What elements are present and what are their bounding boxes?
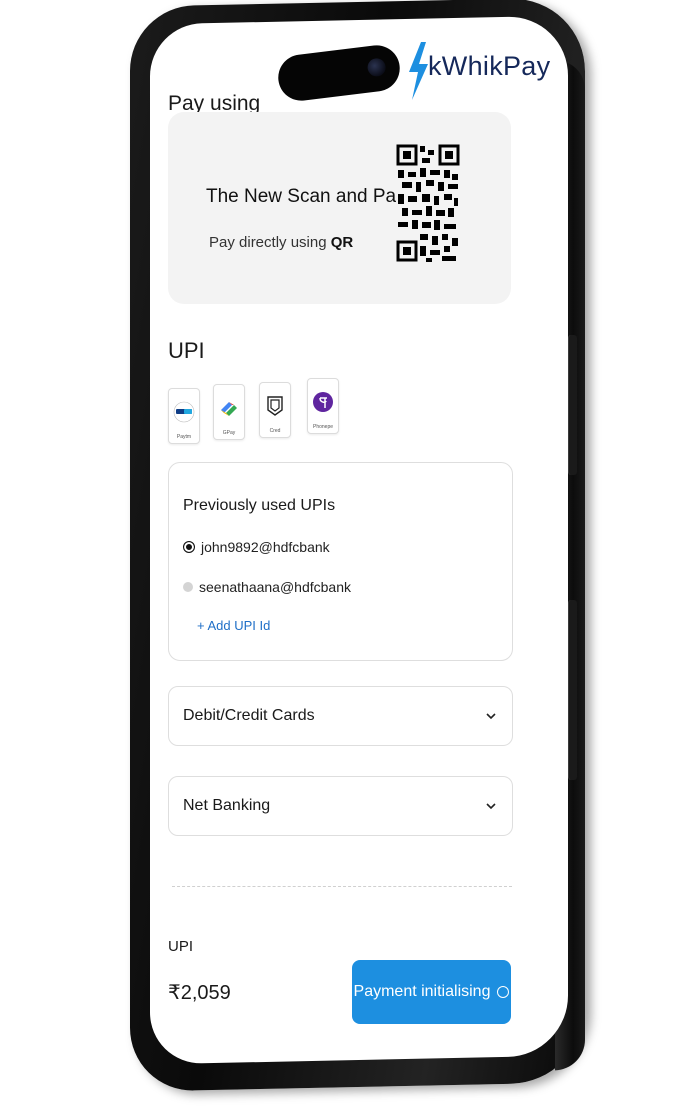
paytm-label: Paytm bbox=[176, 434, 192, 440]
radio-unselected-icon[interactable] bbox=[183, 582, 193, 592]
qr-card-subtitle: Pay directly using QR bbox=[209, 234, 354, 251]
spinner-icon bbox=[497, 986, 510, 998]
qr-code-icon bbox=[396, 142, 460, 266]
radio-selected-icon[interactable] bbox=[183, 541, 195, 553]
selected-method-label: UPI bbox=[168, 938, 194, 955]
upi-id: john9892@hdfcbank bbox=[201, 539, 330, 555]
gpay-app-button[interactable]: GPay bbox=[213, 384, 245, 440]
cred-app-button[interactable]: Cred bbox=[259, 382, 291, 438]
chevron-down-icon bbox=[486, 713, 496, 720]
power-button bbox=[568, 600, 577, 780]
upi-option-1[interactable]: seenathaana@hdfcbank bbox=[183, 579, 351, 595]
phonepe-icon bbox=[313, 392, 333, 412]
cred-label: Cred bbox=[269, 428, 281, 434]
scan-and-pay-card[interactable]: The New Scan and Pay Pay directly using … bbox=[168, 112, 511, 304]
gpay-label: GPay bbox=[222, 430, 236, 436]
phonepe-label: Phonepe bbox=[312, 424, 334, 430]
paytm-icon bbox=[173, 401, 195, 423]
dashed-divider bbox=[172, 886, 512, 887]
debit-credit-cards-accordion[interactable]: Debit/Credit Cards bbox=[168, 686, 513, 746]
total-amount: ₹2,059 bbox=[168, 982, 231, 1004]
paytm-app-button[interactable]: Paytm bbox=[168, 388, 200, 444]
payment-button[interactable]: Payment initialising bbox=[352, 960, 511, 1024]
payment-button-label: Payment initialising bbox=[353, 983, 491, 1000]
upi-section-heading: UPI bbox=[168, 338, 205, 363]
upi-option-0[interactable]: john9892@hdfcbank bbox=[183, 539, 330, 555]
accordion-label: Debit/Credit Cards bbox=[183, 707, 315, 724]
previous-upi-title: Previously used UPIs bbox=[183, 497, 336, 514]
camera-icon bbox=[366, 57, 387, 78]
phonepe-app-button[interactable]: Phonepe bbox=[307, 378, 339, 434]
gpay-icon bbox=[221, 402, 237, 416]
brand-name: kWhikPay bbox=[428, 51, 551, 81]
upi-id: seenathaana@hdfcbank bbox=[199, 579, 351, 595]
add-upi-link[interactable]: + Add UPI Id bbox=[197, 618, 270, 633]
brand-logo: kWhikPay bbox=[406, 42, 550, 100]
previous-upi-card: Previously used UPIs john9892@hdfcbank s… bbox=[168, 462, 513, 661]
volume-button bbox=[568, 335, 577, 475]
qr-card-title: The New Scan and Pay bbox=[206, 186, 406, 207]
accordion-label: Net Banking bbox=[183, 797, 271, 814]
lightning-bolt-icon bbox=[409, 42, 428, 100]
cred-icon bbox=[267, 396, 283, 416]
net-banking-accordion[interactable]: Net Banking bbox=[168, 776, 513, 836]
chevron-down-icon bbox=[486, 803, 496, 810]
